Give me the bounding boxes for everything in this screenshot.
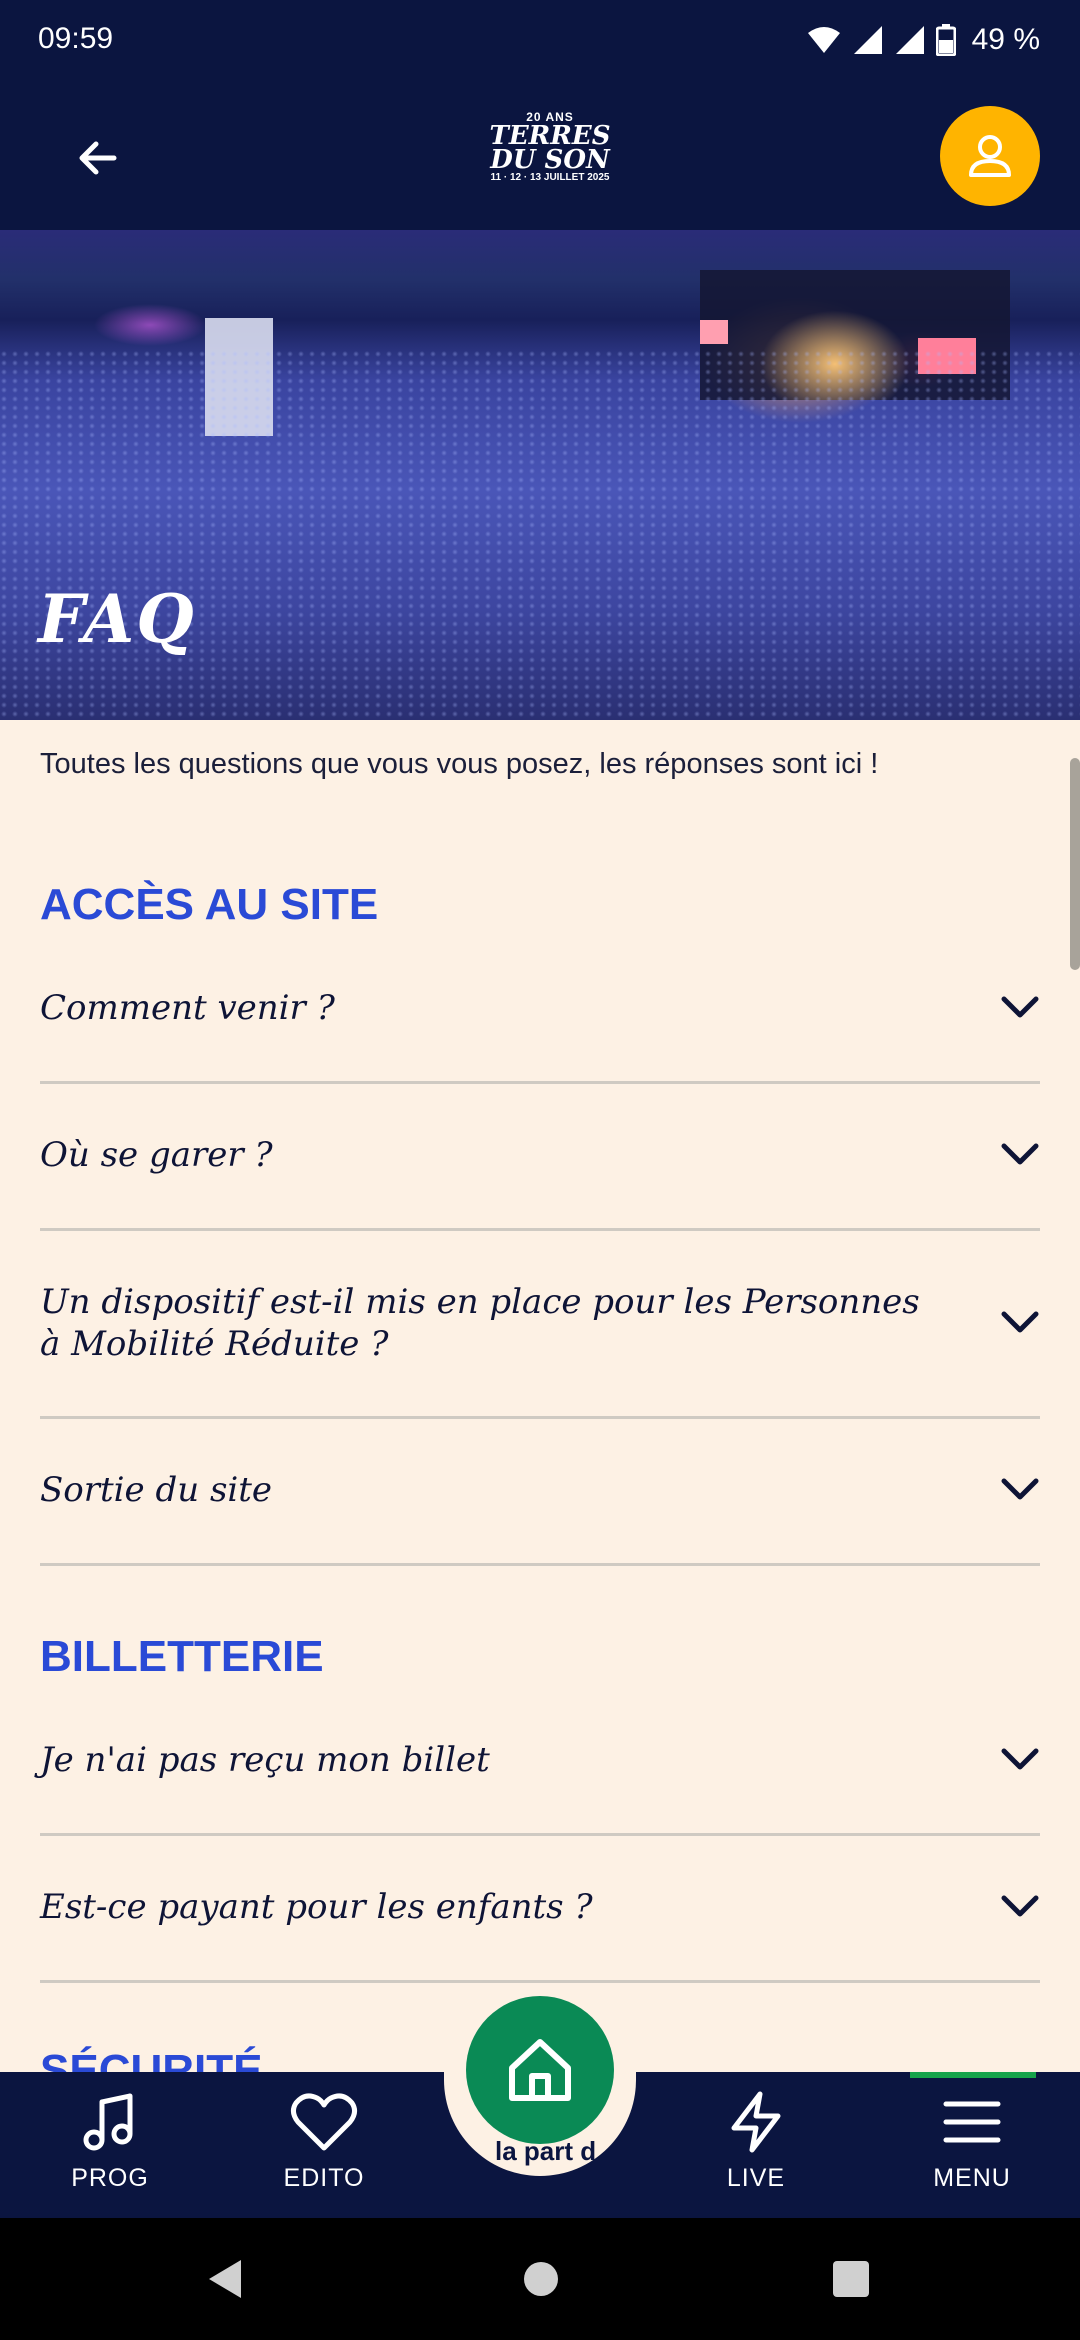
section-title-acces: ACCÈS AU SITE [40,880,379,929]
scrollbar-thumb[interactable] [1070,758,1080,970]
chevron-down-icon [980,1477,1040,1503]
logo-dates: 11 · 12 · 13 JUILLET 2025 [490,172,610,183]
divider [40,1833,1040,1836]
divider [40,1228,1040,1231]
page-title: FAQ [38,580,196,658]
profile-button[interactable] [940,106,1040,206]
section-title-billetterie: BILLETTERIE [40,1632,324,1681]
lightning-icon [731,2091,781,2153]
faq-question: Un dispositif est-il mis en place pour l… [40,1282,920,1364]
status-time: 09:59 [38,22,114,55]
status-icons: 49 % [806,18,1040,62]
stage-screen [700,320,728,344]
home-icon [509,2039,571,2101]
signal-icon [853,26,882,54]
hero-banner: FAQ [0,230,1080,720]
crowd-pattern [0,350,1080,720]
faq-item[interactable]: Où se garer ? [40,1115,1040,1195]
app-header: 20 ANS TERRES DU SON 11 · 12 · 13 JUILLE… [0,80,1080,230]
faq-item[interactable]: Comment venir ? [40,968,1040,1048]
nav-item-edito[interactable]: EDITO [254,2090,394,2200]
music-note-icon [83,2093,133,2151]
nav-label: MENU [933,2164,1011,2192]
intro-text: Toutes les questions que vous vous posez… [40,748,879,780]
chevron-down-icon [980,995,1040,1021]
faq-item[interactable]: Un dispositif est-il mis en place pour l… [40,1265,1040,1381]
divider [40,1980,1040,1983]
user-icon [969,135,1011,177]
faq-item[interactable]: Je n'ai pas reçu mon billet [40,1720,1040,1800]
faq-item[interactable]: Est-ce payant pour les enfants ? [40,1867,1040,1947]
back-triangle-icon[interactable] [205,2258,245,2300]
chevron-down-icon [980,1310,1040,1336]
menu-icon [943,2101,1001,2143]
faq-question: Comment venir ? [40,988,335,1028]
nav-item-prog[interactable]: PROG [40,2090,180,2200]
faq-question: Est-ce payant pour les enfants ? [40,1887,593,1927]
faq-question: Sortie du site [40,1470,273,1510]
chevron-down-icon [980,1142,1040,1168]
divider [40,1081,1040,1084]
signal-icon [895,26,924,54]
faq-question: Je n'ai pas reçu mon billet [40,1740,490,1780]
battery-icon [935,24,956,56]
faq-item[interactable]: Sortie du site [40,1450,1040,1530]
back-button[interactable] [60,120,136,196]
battery-percent: 49 % [971,23,1040,56]
active-tab-indicator [910,2072,1036,2078]
divider [40,1416,1040,1419]
chevron-down-icon [980,1747,1040,1773]
festival-logo[interactable]: 20 ANS TERRES DU SON 11 · 12 · 13 JUILLE… [480,110,620,210]
logo-line2: DU SON [490,145,610,175]
divider [40,1563,1040,1566]
nav-label: EDITO [283,2164,365,2192]
nav-label: LIVE [726,2164,786,2192]
arrow-left-icon [79,141,117,175]
chevron-down-icon [980,1894,1040,1920]
nav-item-live[interactable]: LIVE [686,2090,826,2200]
wifi-icon [807,27,840,53]
recents-square-icon[interactable] [832,2260,870,2298]
nav-label: PROG [71,2164,149,2192]
faq-question: Où se garer ? [40,1135,273,1175]
heart-icon [290,2093,358,2151]
system-nav-bar [0,2218,1080,2340]
status-bar: 09:59 49 % [0,0,1080,80]
home-button[interactable] [466,1996,614,2144]
home-circle-icon[interactable] [522,2260,560,2298]
nav-item-menu[interactable]: MENU [902,2090,1042,2200]
